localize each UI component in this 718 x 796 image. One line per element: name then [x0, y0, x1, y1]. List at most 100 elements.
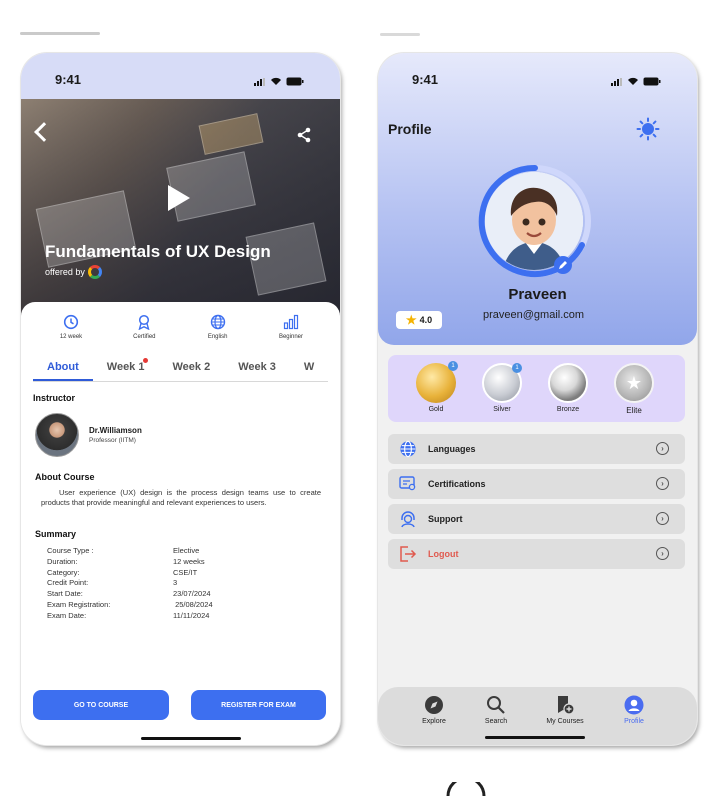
certificate-icon	[388, 476, 428, 492]
badge-silver[interactable]: 1 Silver	[480, 363, 524, 413]
tab-week-4-partial[interactable]: W	[290, 352, 328, 381]
wifi-icon	[627, 73, 639, 91]
summary-heading: Summary	[35, 529, 77, 539]
meta-duration: 12 week	[41, 314, 101, 340]
certificate-ribbon-icon	[138, 314, 150, 330]
nav-explore[interactable]: Explore	[404, 695, 464, 725]
summary-row: Duration: 12 weeks	[47, 557, 213, 568]
menu-label: Support	[428, 514, 463, 524]
course-info-sheet: 12 week Certified English Beginner About…	[21, 302, 340, 745]
chevron-right-icon: ›	[656, 477, 669, 490]
course-tabs: About Week 1 Week 2 Week 3 W	[33, 352, 328, 382]
tab-week-1-label: Week 1	[106, 361, 145, 373]
chevron-right-icon: ›	[656, 442, 669, 455]
status-bar: 9:41	[21, 53, 340, 99]
status-time: 9:41	[55, 72, 82, 87]
nav-my-courses[interactable]: My Courses	[535, 695, 595, 725]
search-icon	[487, 696, 505, 714]
star-icon: ★	[405, 313, 417, 327]
badge-bronze[interactable]: Bronze	[546, 363, 590, 413]
status-time: 9:41	[412, 72, 439, 87]
page-title: Profile	[388, 121, 432, 137]
home-indicator	[141, 737, 241, 740]
nav-label: Profile	[624, 718, 644, 725]
register-for-exam-button[interactable]: REGISTER FOR EXAM	[191, 690, 326, 720]
compass-icon	[425, 696, 443, 714]
globe-icon	[388, 440, 428, 458]
user-icon	[624, 695, 644, 715]
menu-logout[interactable]: Logout ›	[388, 539, 685, 569]
logout-icon	[388, 546, 428, 562]
tab-week-1[interactable]: Week 1	[93, 352, 159, 381]
summary-key: Duration:	[47, 556, 78, 566]
about-course-heading: About Course	[35, 472, 95, 482]
status-bar: 9:41	[378, 53, 697, 99]
tab-about[interactable]: About	[33, 352, 93, 381]
nav-search[interactable]: Search	[466, 695, 526, 725]
badge-gold[interactable]: 1 Gold	[414, 361, 458, 413]
badges-panel: 1 Gold 1 Silver Bronze ★ Elite	[388, 355, 685, 422]
signal-icon	[254, 73, 266, 91]
menu-label: Languages	[428, 444, 476, 454]
summary-value: 23/07/2024	[173, 589, 211, 599]
summary-key: Exam Registration:	[47, 599, 111, 609]
status-icons	[611, 73, 661, 91]
course-video-hero[interactable]: Fundamentals of UX Design offered by	[21, 99, 340, 319]
rating-value: 4.0	[419, 315, 433, 325]
menu-languages[interactable]: Languages ›	[388, 434, 685, 464]
summary-value: 25/08/2024	[173, 599, 213, 609]
bar-chart-icon	[283, 314, 299, 330]
notification-dot	[143, 358, 149, 363]
meta-certified-label: Certified	[133, 334, 156, 340]
menu-label: Certifications	[428, 479, 486, 489]
summary-key: Exam Date:	[47, 610, 87, 620]
menu-support[interactable]: Support ›	[388, 504, 685, 534]
scribble-right	[380, 33, 420, 36]
meta-level-label: Beginner	[278, 334, 303, 340]
headset-icon	[388, 510, 428, 528]
battery-icon	[286, 73, 304, 91]
edit-pencil-icon[interactable]	[554, 256, 572, 274]
rating-badge: ★ 4.0	[396, 311, 442, 329]
bronze-medal-icon	[548, 363, 588, 403]
tab-week-3[interactable]: Week 3	[224, 352, 290, 381]
theme-toggle-sun-icon[interactable]	[636, 117, 660, 141]
nav-label: Search	[484, 718, 508, 725]
badge-label: Elite	[626, 406, 642, 415]
summary-key: Credit Point:	[47, 578, 89, 588]
summary-row: Exam Registration: 25/08/2024	[47, 600, 213, 611]
globe-icon	[210, 314, 225, 330]
clock-history-icon	[63, 314, 79, 330]
summary-value: Elective	[173, 546, 200, 555]
back-arrow-icon[interactable]	[34, 122, 54, 142]
google-logo-icon	[87, 265, 102, 279]
battery-icon	[643, 73, 661, 91]
bottom-nav: Explore Search My Courses Profile	[378, 687, 697, 745]
profile-email: praveen@gmail.com	[483, 309, 585, 321]
gold-medal-icon: 1	[416, 361, 458, 403]
instructor-avatar	[35, 413, 79, 457]
tab-week-2[interactable]: Week 2	[158, 352, 224, 381]
badge-elite[interactable]: ★ Elite	[612, 363, 656, 415]
go-to-course-button[interactable]: GO TO COURSE	[33, 690, 169, 720]
menu-certifications[interactable]: Certifications ›	[388, 469, 685, 499]
offered-by-label: offered by	[45, 267, 85, 277]
nav-label: My Courses	[546, 718, 584, 725]
course-detail-screen: 9:41 Fundamentals of UX Design offered b…	[21, 53, 340, 745]
share-icon[interactable]	[296, 127, 312, 143]
silver-medal-icon: 1	[482, 363, 522, 403]
elite-medal-icon: ★	[614, 363, 654, 403]
badge-label: Silver	[493, 406, 511, 413]
nav-profile[interactable]: Profile	[604, 695, 664, 725]
summary-row: Start Date: 23/07/2024	[47, 589, 213, 600]
summary-key: Start Date:	[47, 589, 83, 599]
play-icon[interactable]	[168, 185, 190, 211]
summary-key: Course Type :	[47, 546, 94, 555]
meta-level: Beginner	[261, 314, 321, 340]
chevron-right-icon: ›	[656, 547, 669, 560]
summary-value: 12 weeks	[173, 556, 205, 566]
offered-by: offered by	[45, 265, 102, 279]
home-indicator	[485, 736, 585, 739]
summary-row: Course Type : Elective	[47, 546, 213, 557]
instructor-card: Dr.Williamson Professor (IITM)	[35, 413, 142, 457]
